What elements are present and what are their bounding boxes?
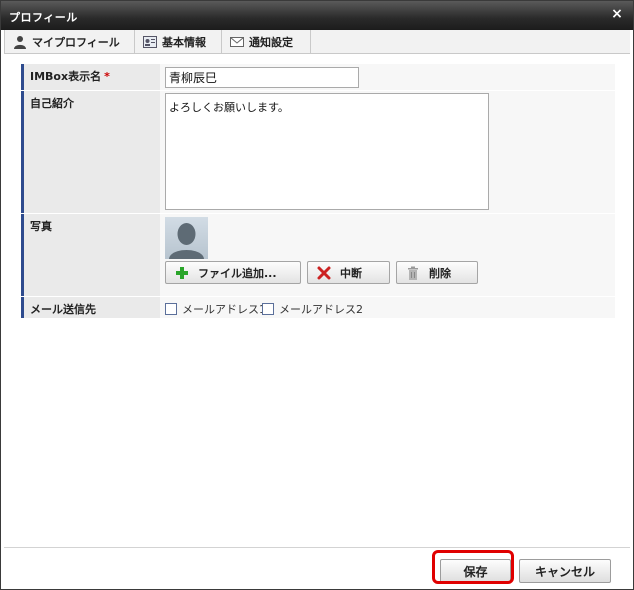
dialog-title: プロフィール bbox=[9, 11, 78, 24]
close-icon[interactable]: × bbox=[610, 7, 624, 21]
bio-label: 自己紹介 bbox=[21, 91, 160, 213]
row-photo: 写真 ファイル追加... 中断 削除 bbox=[21, 214, 615, 296]
mail-destination-label: メール送信先 bbox=[21, 297, 160, 318]
id-card-icon bbox=[143, 35, 157, 49]
checkbox-icon[interactable] bbox=[165, 303, 177, 315]
row-mail-destination: メール送信先 メールアドレス1 メールアドレス2 bbox=[21, 297, 615, 318]
dialog-footer: 保存 キャンセル bbox=[4, 547, 630, 585]
trash-icon bbox=[405, 265, 421, 281]
tab-my-profile[interactable]: マイプロフィール bbox=[4, 30, 135, 53]
person-icon bbox=[13, 35, 27, 49]
tab-label: マイプロフィール bbox=[32, 35, 120, 49]
mail-icon bbox=[230, 35, 244, 49]
bio-textarea[interactable]: よろしくお願いします。 bbox=[165, 93, 489, 210]
x-icon bbox=[316, 265, 332, 281]
tab-label: 通知設定 bbox=[249, 35, 293, 49]
dialog-titlebar[interactable]: プロフィール × bbox=[1, 1, 633, 30]
tab-basic-info[interactable]: 基本情報 bbox=[135, 30, 222, 53]
tab-notification-settings[interactable]: 通知設定 bbox=[222, 30, 311, 53]
cancel-button[interactable]: キャンセル bbox=[519, 559, 611, 583]
required-mark: * bbox=[104, 70, 110, 83]
mail-address-2-checkbox[interactable]: メールアドレス2 bbox=[262, 301, 363, 317]
stop-button[interactable]: 中断 bbox=[307, 261, 390, 284]
save-button-highlight bbox=[432, 550, 514, 584]
row-display-name: IMBox表示名 * bbox=[21, 64, 615, 90]
tab-label: 基本情報 bbox=[162, 35, 206, 49]
plus-icon bbox=[174, 265, 190, 281]
display-name-input[interactable] bbox=[165, 67, 359, 88]
add-file-button[interactable]: ファイル追加... bbox=[165, 261, 301, 284]
tab-bar: マイプロフィール 基本情報 通知設定 bbox=[4, 30, 630, 54]
display-name-label: IMBox表示名 * bbox=[21, 64, 160, 90]
mail-address-1-checkbox[interactable]: メールアドレス1 bbox=[165, 301, 266, 317]
row-bio: 自己紹介 よろしくお願いします。 bbox=[21, 91, 615, 213]
checkbox-icon[interactable] bbox=[262, 303, 274, 315]
person-silhouette-icon bbox=[169, 223, 204, 259]
delete-button[interactable]: 削除 bbox=[396, 261, 478, 284]
profile-dialog: プロフィール × マイプロフィール 基本情報 通知設定 IMBox表示名 * 青… bbox=[0, 0, 634, 590]
photo-label: 写真 bbox=[21, 214, 160, 296]
avatar-placeholder bbox=[165, 217, 208, 259]
